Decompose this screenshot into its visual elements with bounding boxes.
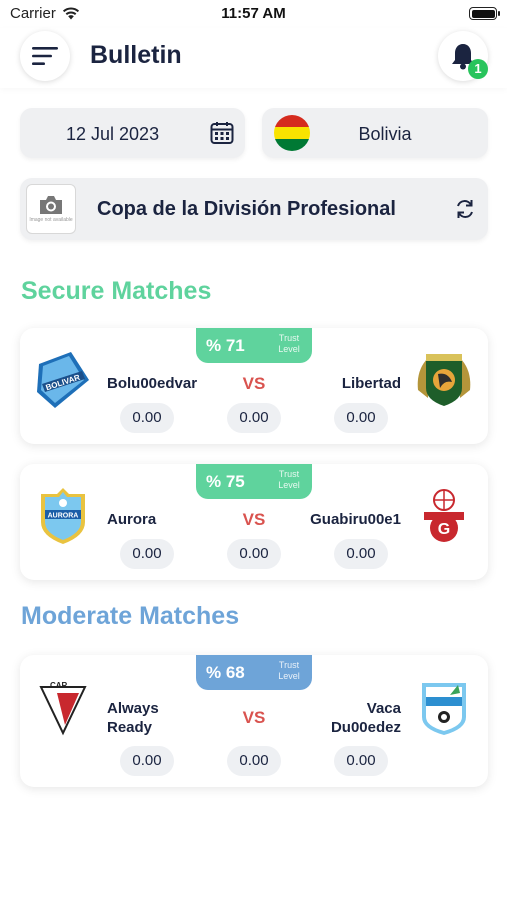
guabira-logo-icon: G (424, 489, 464, 542)
image-unavailable-text: Image not available (29, 217, 73, 223)
vs-label: VS (242, 708, 266, 727)
trust-percentage: % 68 (206, 663, 245, 682)
menu-icon (32, 47, 58, 65)
always-ready-logo-icon: CAR (39, 681, 87, 736)
odd-away-button[interactable]: 0.00 (334, 746, 388, 776)
odd-home-button[interactable]: 0.00 (120, 539, 174, 569)
date-picker[interactable]: 12 Jul 2023 (20, 108, 245, 158)
away-team-name: Libertad (341, 375, 401, 392)
app-header: Bulletin 1 (0, 28, 507, 88)
page-title: Bulletin (90, 41, 182, 69)
league-name: Copa de la División Profesional (97, 198, 396, 220)
status-bar: Carrier 11:57 AM (0, 0, 507, 28)
svg-text:G: G (438, 521, 450, 538)
away-team-name: Guabiru00e1 (310, 511, 401, 528)
match-card[interactable]: % 75 Trust Level AURORA Aurora VS Guabir… (20, 464, 488, 580)
odd-draw-button[interactable]: 0.00 (227, 539, 281, 569)
battery-icon (469, 7, 500, 20)
odd-draw-button[interactable]: 0.00 (227, 403, 281, 433)
aurora-logo-icon: AURORA (41, 488, 85, 544)
league-image-placeholder: Image not available (26, 184, 76, 234)
home-team-name: Always Ready (107, 700, 159, 736)
odd-home-button[interactable]: 0.00 (120, 746, 174, 776)
odd-draw-button[interactable]: 0.00 (227, 746, 281, 776)
trust-level-label: Trust Level (278, 469, 300, 490)
league-picker[interactable]: Image not available Copa de la División … (20, 178, 488, 240)
swap-icon[interactable] (454, 197, 476, 221)
trust-percentage: % 71 (206, 336, 245, 355)
trust-level-tag: % 75 Trust Level (196, 464, 312, 499)
vs-label: VS (242, 374, 266, 393)
home-team-name: Bolu00edvar (107, 375, 198, 392)
vs-label: VS (242, 510, 266, 529)
trust-level-label: Trust Level (278, 333, 300, 354)
secure-matches-title: Secure Matches (21, 277, 212, 305)
bolivia-flag-icon (274, 115, 310, 151)
odd-away-button[interactable]: 0.00 (334, 403, 388, 433)
vaca-diez-logo-icon (422, 683, 466, 735)
bolivar-logo-icon: BOLIVAR (37, 352, 89, 408)
home-team-name: Aurora (107, 511, 157, 528)
notification-badge: 1 (468, 59, 488, 79)
match-card[interactable]: % 68 Trust Level CAR Always Ready VS Vac… (20, 655, 488, 787)
away-team-name: Vaca Du00edez (330, 700, 401, 736)
odd-away-button[interactable]: 0.00 (334, 539, 388, 569)
menu-button[interactable] (20, 31, 70, 81)
trust-level-label: Trust Level (278, 660, 300, 681)
match-card[interactable]: % 71 Trust Level BOLIVAR Bolu00edvar VS … (20, 328, 488, 444)
camera-icon (40, 196, 62, 214)
status-time: 11:57 AM (221, 5, 286, 22)
trust-level-tag: % 71 Trust Level (196, 328, 312, 363)
car-logo-text: CAR (50, 681, 68, 690)
country-value: Bolivia (358, 124, 412, 144)
country-picker[interactable]: Bolivia (262, 108, 488, 158)
trust-percentage: % 75 (206, 472, 245, 491)
odd-home-button[interactable]: 0.00 (120, 403, 174, 433)
moderate-matches-title: Moderate Matches (21, 602, 240, 630)
date-value: 12 Jul 2023 (66, 124, 160, 144)
aurora-logo-text: AURORA (48, 513, 79, 520)
trust-level-tag: % 68 Trust Level (196, 655, 312, 690)
calendar-icon (210, 122, 234, 144)
gran-mamore-logo-icon (417, 354, 471, 406)
